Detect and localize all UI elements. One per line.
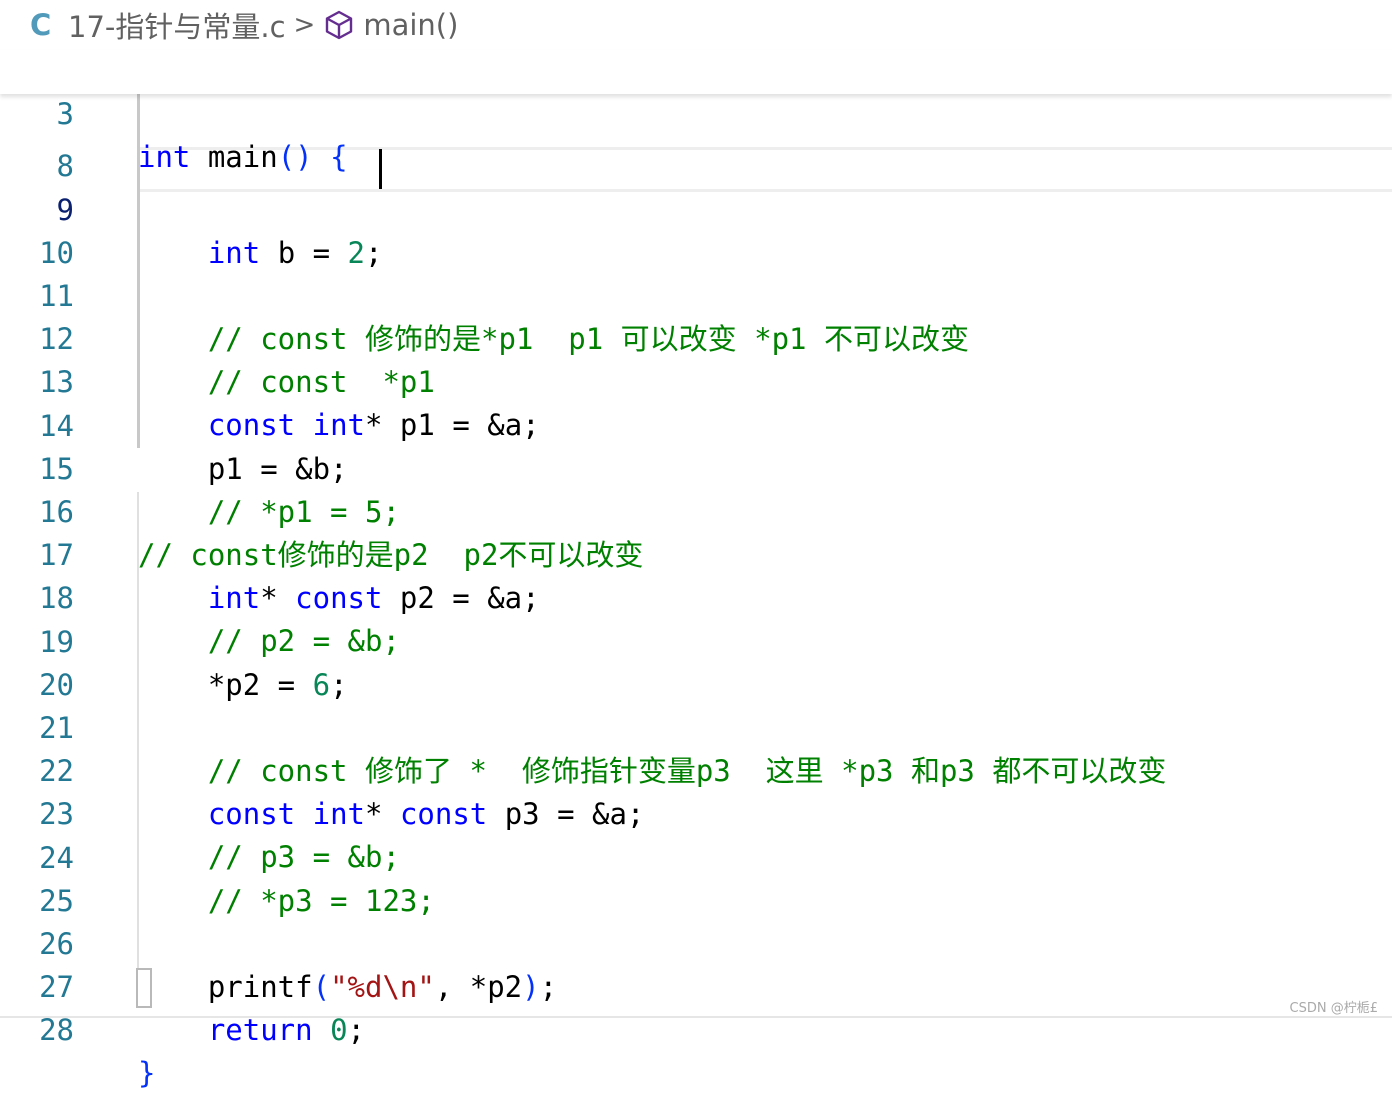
editor-bottom-border xyxy=(0,1016,1392,1018)
code-line[interactable]: 22 const int* const p3 = &a; xyxy=(0,707,1392,831)
code-line[interactable]: 18 // p2 = &b; xyxy=(0,534,1392,658)
code-line[interactable]: 10 xyxy=(0,189,1392,270)
code-line[interactable]: 25 xyxy=(0,837,1392,918)
code-line[interactable]: 17 int* const p2 = &a; xyxy=(0,491,1392,615)
code-line[interactable]: 16 // const修饰的是p2 p2不可以改变 xyxy=(0,448,1392,572)
code-line: 3 int main() { xyxy=(0,50,1392,174)
code-line[interactable]: 23 // p3 = &b; xyxy=(0,750,1392,874)
code-text: int main() { xyxy=(138,140,348,174)
code-line[interactable]: 15 // *p1 = 5; xyxy=(0,405,1392,529)
code-line[interactable]: 14 p1 = &b; xyxy=(0,362,1392,486)
sticky-scroll-line[interactable]: 3 int main() { xyxy=(0,50,1392,174)
line-number: 3 xyxy=(56,97,74,131)
breadcrumb-file-name[interactable]: 17-指针与常量.c xyxy=(68,4,286,46)
text-cursor xyxy=(379,149,382,189)
chevron-right-icon: > xyxy=(293,10,316,40)
breadcrumb-symbol[interactable]: main() xyxy=(363,8,458,42)
code-line[interactable]: 20 xyxy=(0,621,1392,702)
code-line[interactable]: 26 printf("%d\n", *p2); xyxy=(0,880,1392,1004)
code-line[interactable]: 24 // *p3 = 123; xyxy=(0,794,1392,918)
c-language-icon: C xyxy=(30,8,52,42)
code-line[interactable]: 19 *p2 = 6; xyxy=(0,578,1392,702)
code-line[interactable]: 12 // const *p1 xyxy=(0,275,1392,399)
code-line[interactable]: 28 } xyxy=(0,966,1392,1090)
breadcrumb: C 17-指针与常量.c > main() xyxy=(0,0,1392,50)
cube-icon xyxy=(323,9,355,41)
code-line[interactable]: 11 // const 修饰的是*p1 p1 可以改变 *p1 不可以改变 xyxy=(0,232,1392,356)
code-line[interactable]: 27 return 0; xyxy=(0,923,1392,1047)
code-text: } xyxy=(138,1056,156,1090)
watermark: CSDN @柠栀£ xyxy=(1289,1001,1378,1016)
code-line[interactable]: 13 const int* p1 = &a; xyxy=(0,318,1392,442)
code-line[interactable]: 21 // const 修饰了 * 修饰指针变量p3 这里 *p3 和p3 都不… xyxy=(0,664,1392,788)
